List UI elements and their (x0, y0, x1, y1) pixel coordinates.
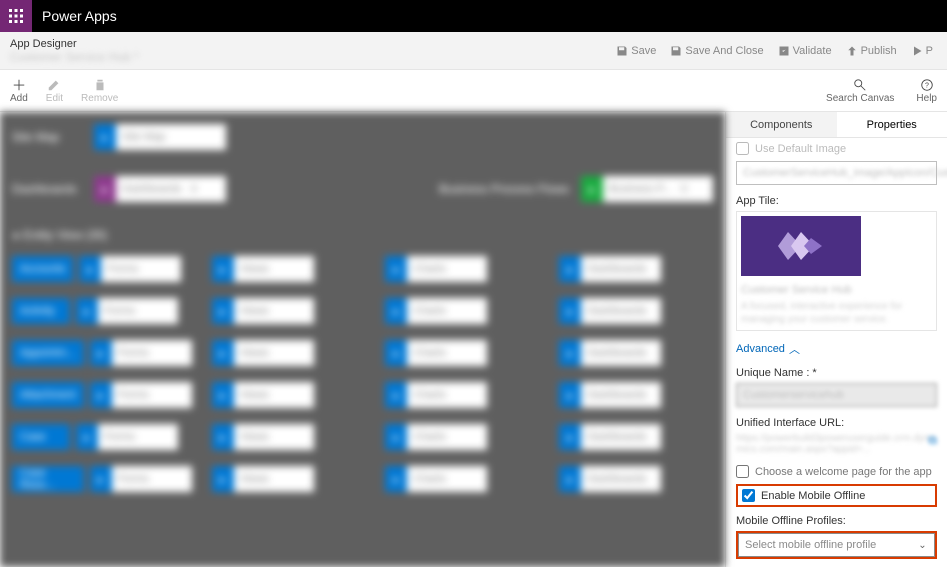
toolbar: Add Edit Remove Search Canvas ? Help (0, 70, 947, 112)
advanced-toggle[interactable]: Advanced ︿ (736, 341, 937, 357)
app-name: Power Apps (32, 8, 117, 24)
enable-offline-checkbox[interactable] (742, 489, 755, 502)
play-label: P (926, 45, 933, 57)
url-label: Unified Interface URL: (736, 417, 937, 429)
chevron-up-icon: ︿ (789, 341, 800, 357)
unique-name-field[interactable] (736, 383, 937, 407)
app-tile-description: A focused, interactive experience for ma… (741, 300, 932, 326)
advanced-label: Advanced (736, 343, 785, 355)
help-button[interactable]: ? Help (916, 78, 937, 104)
search-label: Search Canvas (826, 93, 894, 104)
enable-offline-highlight: Enable Mobile Offline (736, 484, 937, 507)
remove-label: Remove (81, 93, 118, 104)
app-tile-title: Customer Service Hub (741, 284, 932, 296)
profiles-placeholder: Select mobile offline profile (745, 539, 876, 551)
breadcrumb: App Designer (10, 38, 139, 50)
enable-offline-label: Enable Mobile Offline (761, 490, 865, 502)
validate-button[interactable]: Validate (774, 43, 836, 59)
add-button[interactable]: Add (10, 78, 28, 104)
tab-components[interactable]: Components (726, 112, 837, 137)
save-button[interactable]: Save (612, 43, 660, 59)
welcome-page-label: Choose a welcome page for the app (755, 466, 932, 478)
help-label: Help (916, 93, 937, 104)
app-tile-image (741, 216, 861, 276)
save-and-close-button[interactable]: Save And Close (666, 43, 767, 59)
welcome-page-checkbox[interactable] (736, 465, 749, 478)
command-bar: Save Save And Close Validate Publish P (612, 43, 937, 59)
play-button[interactable]: P (907, 43, 937, 59)
profiles-label: Mobile Offline Profiles: (736, 515, 937, 527)
properties-body: Use Default Image CustomerServiceHub_ima… (726, 138, 947, 567)
remove-button: Remove (81, 78, 118, 104)
use-default-image-checkbox[interactable] (736, 142, 749, 155)
svg-text:?: ? (925, 82, 929, 89)
app-launcher-icon[interactable] (0, 0, 32, 32)
profiles-chevron[interactable]: ⌄ (911, 533, 935, 557)
edit-label: Edit (46, 93, 63, 104)
save-label: Save (631, 45, 656, 57)
url-value: https://powerbuild3poweruserguide.crm.dy… (736, 433, 937, 455)
add-label: Add (10, 93, 28, 104)
breadcrumb-row: App Designer Customer Service Hub * Save… (0, 32, 947, 70)
publish-button[interactable]: Publish (842, 43, 901, 59)
copy-icon[interactable]: ⧉ (928, 433, 937, 448)
side-tabs: Components Properties (726, 112, 947, 138)
save-and-close-label: Save And Close (685, 45, 763, 57)
titlebar: Power Apps (0, 0, 947, 32)
app-tile-preview: Customer Service Hub A focused, interact… (736, 211, 937, 331)
image-dropdown-value: CustomerServiceHub_image/AppIcon/Custome… (743, 167, 947, 179)
validate-label: Validate (793, 45, 832, 57)
image-dropdown[interactable]: CustomerServiceHub_image/AppIcon/Custome… (736, 161, 937, 185)
app-tile-label: App Tile: (736, 195, 937, 207)
unique-name-label: Unique Name : * (736, 367, 937, 379)
chevron-down-icon: ⌄ (918, 540, 926, 551)
page-title: Customer Service Hub * (10, 50, 139, 64)
search-canvas-button[interactable]: Search Canvas (826, 78, 894, 104)
publish-label: Publish (861, 45, 897, 57)
profiles-highlight: Select mobile offline profile ⌄ (736, 531, 937, 559)
profiles-dropdown[interactable]: Select mobile offline profile (738, 533, 911, 557)
side-panel: Components Properties Use Default Image … (725, 112, 947, 567)
tab-properties[interactable]: Properties (837, 112, 947, 137)
edit-button: Edit (46, 78, 63, 104)
canvas[interactable]: Site Map ▸Site Map Dashboards ▸Dashboard… (0, 112, 725, 567)
main: Site Map ▸Site Map Dashboards ▸Dashboard… (0, 112, 947, 567)
use-default-image-label: Use Default Image (755, 143, 846, 155)
